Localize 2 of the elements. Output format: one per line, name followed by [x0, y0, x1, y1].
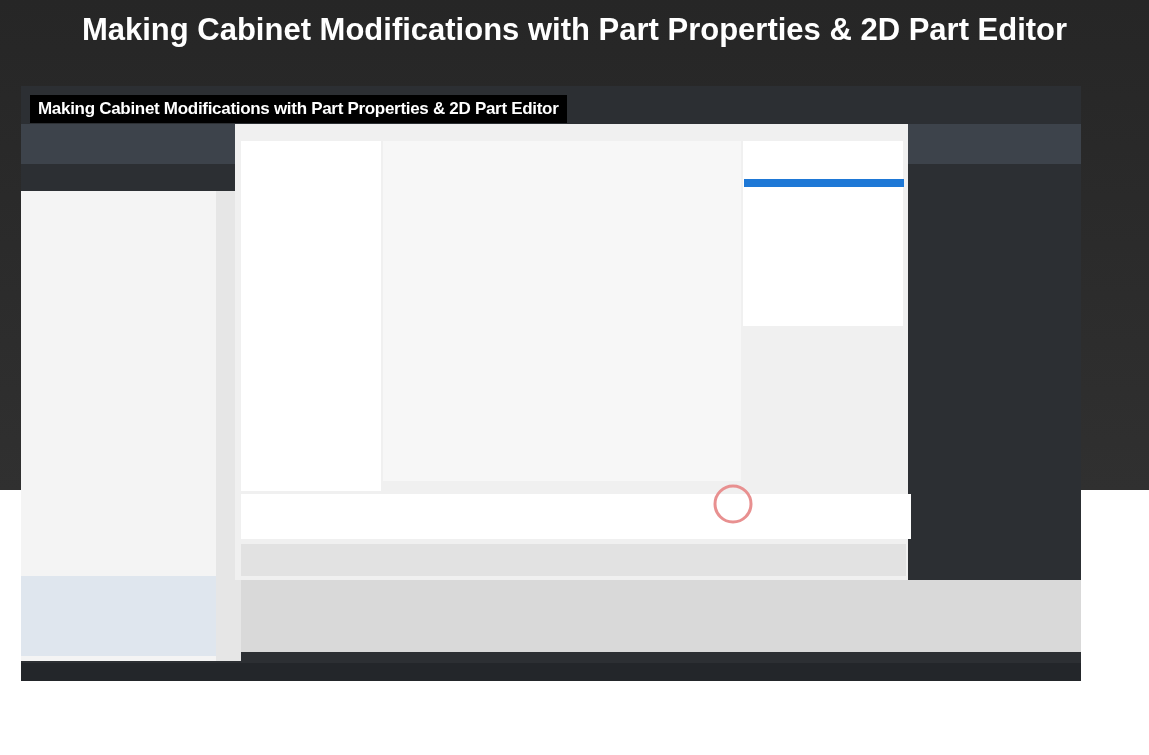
- page-title: Making Cabinet Modifications with Part Properties & 2D Part Editor: [80, 11, 1069, 49]
- video-caption: Making Cabinet Modifications with Part Properties & 2D Part Editor: [30, 95, 567, 123]
